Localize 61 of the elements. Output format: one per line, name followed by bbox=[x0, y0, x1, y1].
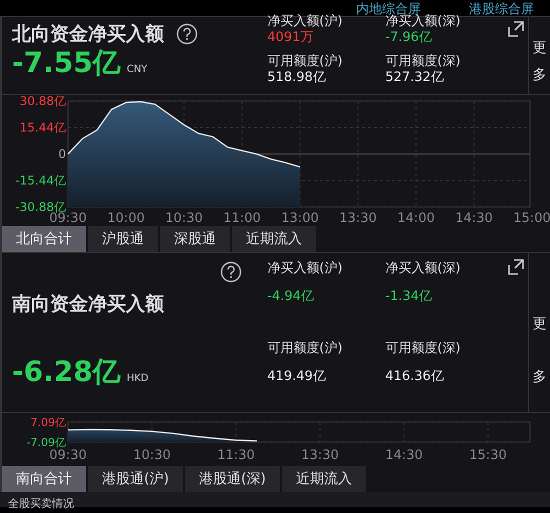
x-axis-label: 14:00 bbox=[397, 211, 435, 226]
more-button[interactable]: 更多 bbox=[532, 298, 547, 412]
stat-value: -4.94亿 bbox=[267, 289, 315, 305]
tab[interactable]: 港股通(沪) bbox=[88, 466, 183, 492]
y-axis-label: 0 bbox=[58, 147, 66, 161]
stat-label: 可用额度(沪) bbox=[267, 54, 344, 70]
header-link[interactable]: 内地综合屏 bbox=[356, 3, 421, 16]
currency-label: CNY bbox=[126, 64, 148, 75]
stat-label: 净买入额(沪) bbox=[267, 261, 344, 277]
stat-value: 518.98亿 bbox=[267, 70, 327, 86]
stat-value: -7.96亿 bbox=[385, 30, 433, 46]
x-axis-label: 11:00 bbox=[223, 211, 261, 226]
y-axis-label: -15.44亿 bbox=[15, 174, 66, 188]
y-axis-label: 30.88亿 bbox=[20, 95, 66, 108]
tab[interactable]: 近期流入 bbox=[232, 226, 316, 252]
stat-value: 4091万 bbox=[267, 30, 314, 46]
stat-value: 419.49亿 bbox=[267, 368, 327, 384]
y-axis-label: -30.88亿 bbox=[15, 200, 66, 214]
x-axis-label: 15:00 bbox=[513, 211, 550, 226]
panel-title: 北向资金净买入额 bbox=[12, 22, 164, 47]
header-link[interactable]: 港股综合屏 bbox=[469, 3, 534, 16]
stat-value: -1.34亿 bbox=[385, 289, 433, 305]
stat-label: 可用额度(深) bbox=[385, 54, 462, 70]
x-axis-label: 15:30 bbox=[469, 448, 507, 463]
y-axis-label: -7.09亿 bbox=[26, 436, 66, 449]
x-axis-label: 14:30 bbox=[385, 448, 423, 463]
tab[interactable]: 北向合计 bbox=[2, 226, 86, 252]
x-axis-label: 14:30 bbox=[455, 211, 493, 226]
y-axis-label: 15.44亿 bbox=[20, 120, 66, 134]
tab[interactable]: 南向合计 bbox=[2, 466, 86, 492]
stat-label: 净买入额(沪) bbox=[267, 14, 344, 30]
x-axis-label: 11:30 bbox=[217, 448, 255, 463]
popout-icon[interactable] bbox=[508, 259, 524, 275]
tab[interactable]: 深股通 bbox=[160, 226, 230, 252]
x-axis-label: 10:30 bbox=[165, 211, 203, 226]
tab[interactable]: 沪股通 bbox=[88, 226, 158, 252]
stat-label: 净买入额(深) bbox=[385, 14, 462, 30]
tab[interactable]: 近期流入 bbox=[282, 466, 366, 492]
x-axis-label: 10:30 bbox=[133, 448, 171, 463]
net-value: -6.28亿 bbox=[12, 356, 121, 388]
currency-label: HKD bbox=[126, 373, 148, 384]
x-axis-label: 13:30 bbox=[339, 211, 377, 226]
x-axis-label: 13:00 bbox=[281, 211, 319, 226]
x-axis-label: 10:00 bbox=[107, 211, 145, 226]
x-axis-label: 09:30 bbox=[49, 448, 87, 463]
section-title: 全股买卖情况 bbox=[8, 496, 74, 511]
stat-value: 416.36亿 bbox=[385, 368, 445, 384]
net-value: -7.55亿 bbox=[12, 47, 121, 79]
stat-label: 可用额度(沪) bbox=[267, 340, 344, 356]
help-icon[interactable] bbox=[176, 23, 198, 45]
stat-value: 527.32亿 bbox=[385, 70, 445, 86]
tab[interactable]: 港股通(深) bbox=[184, 466, 280, 492]
stat-label: 可用额度(深) bbox=[385, 340, 462, 356]
y-axis-label: 7.09亿 bbox=[30, 416, 66, 429]
popout-icon[interactable] bbox=[508, 21, 524, 37]
x-axis-label: 13:30 bbox=[301, 448, 339, 463]
x-axis-label: 09:30 bbox=[49, 211, 87, 226]
stat-label: 净买入额(深) bbox=[385, 261, 462, 277]
help-icon[interactable] bbox=[220, 261, 242, 283]
panel-title: 南向资金净买入额 bbox=[12, 292, 165, 317]
more-button[interactable]: 更多 bbox=[532, 35, 547, 94]
